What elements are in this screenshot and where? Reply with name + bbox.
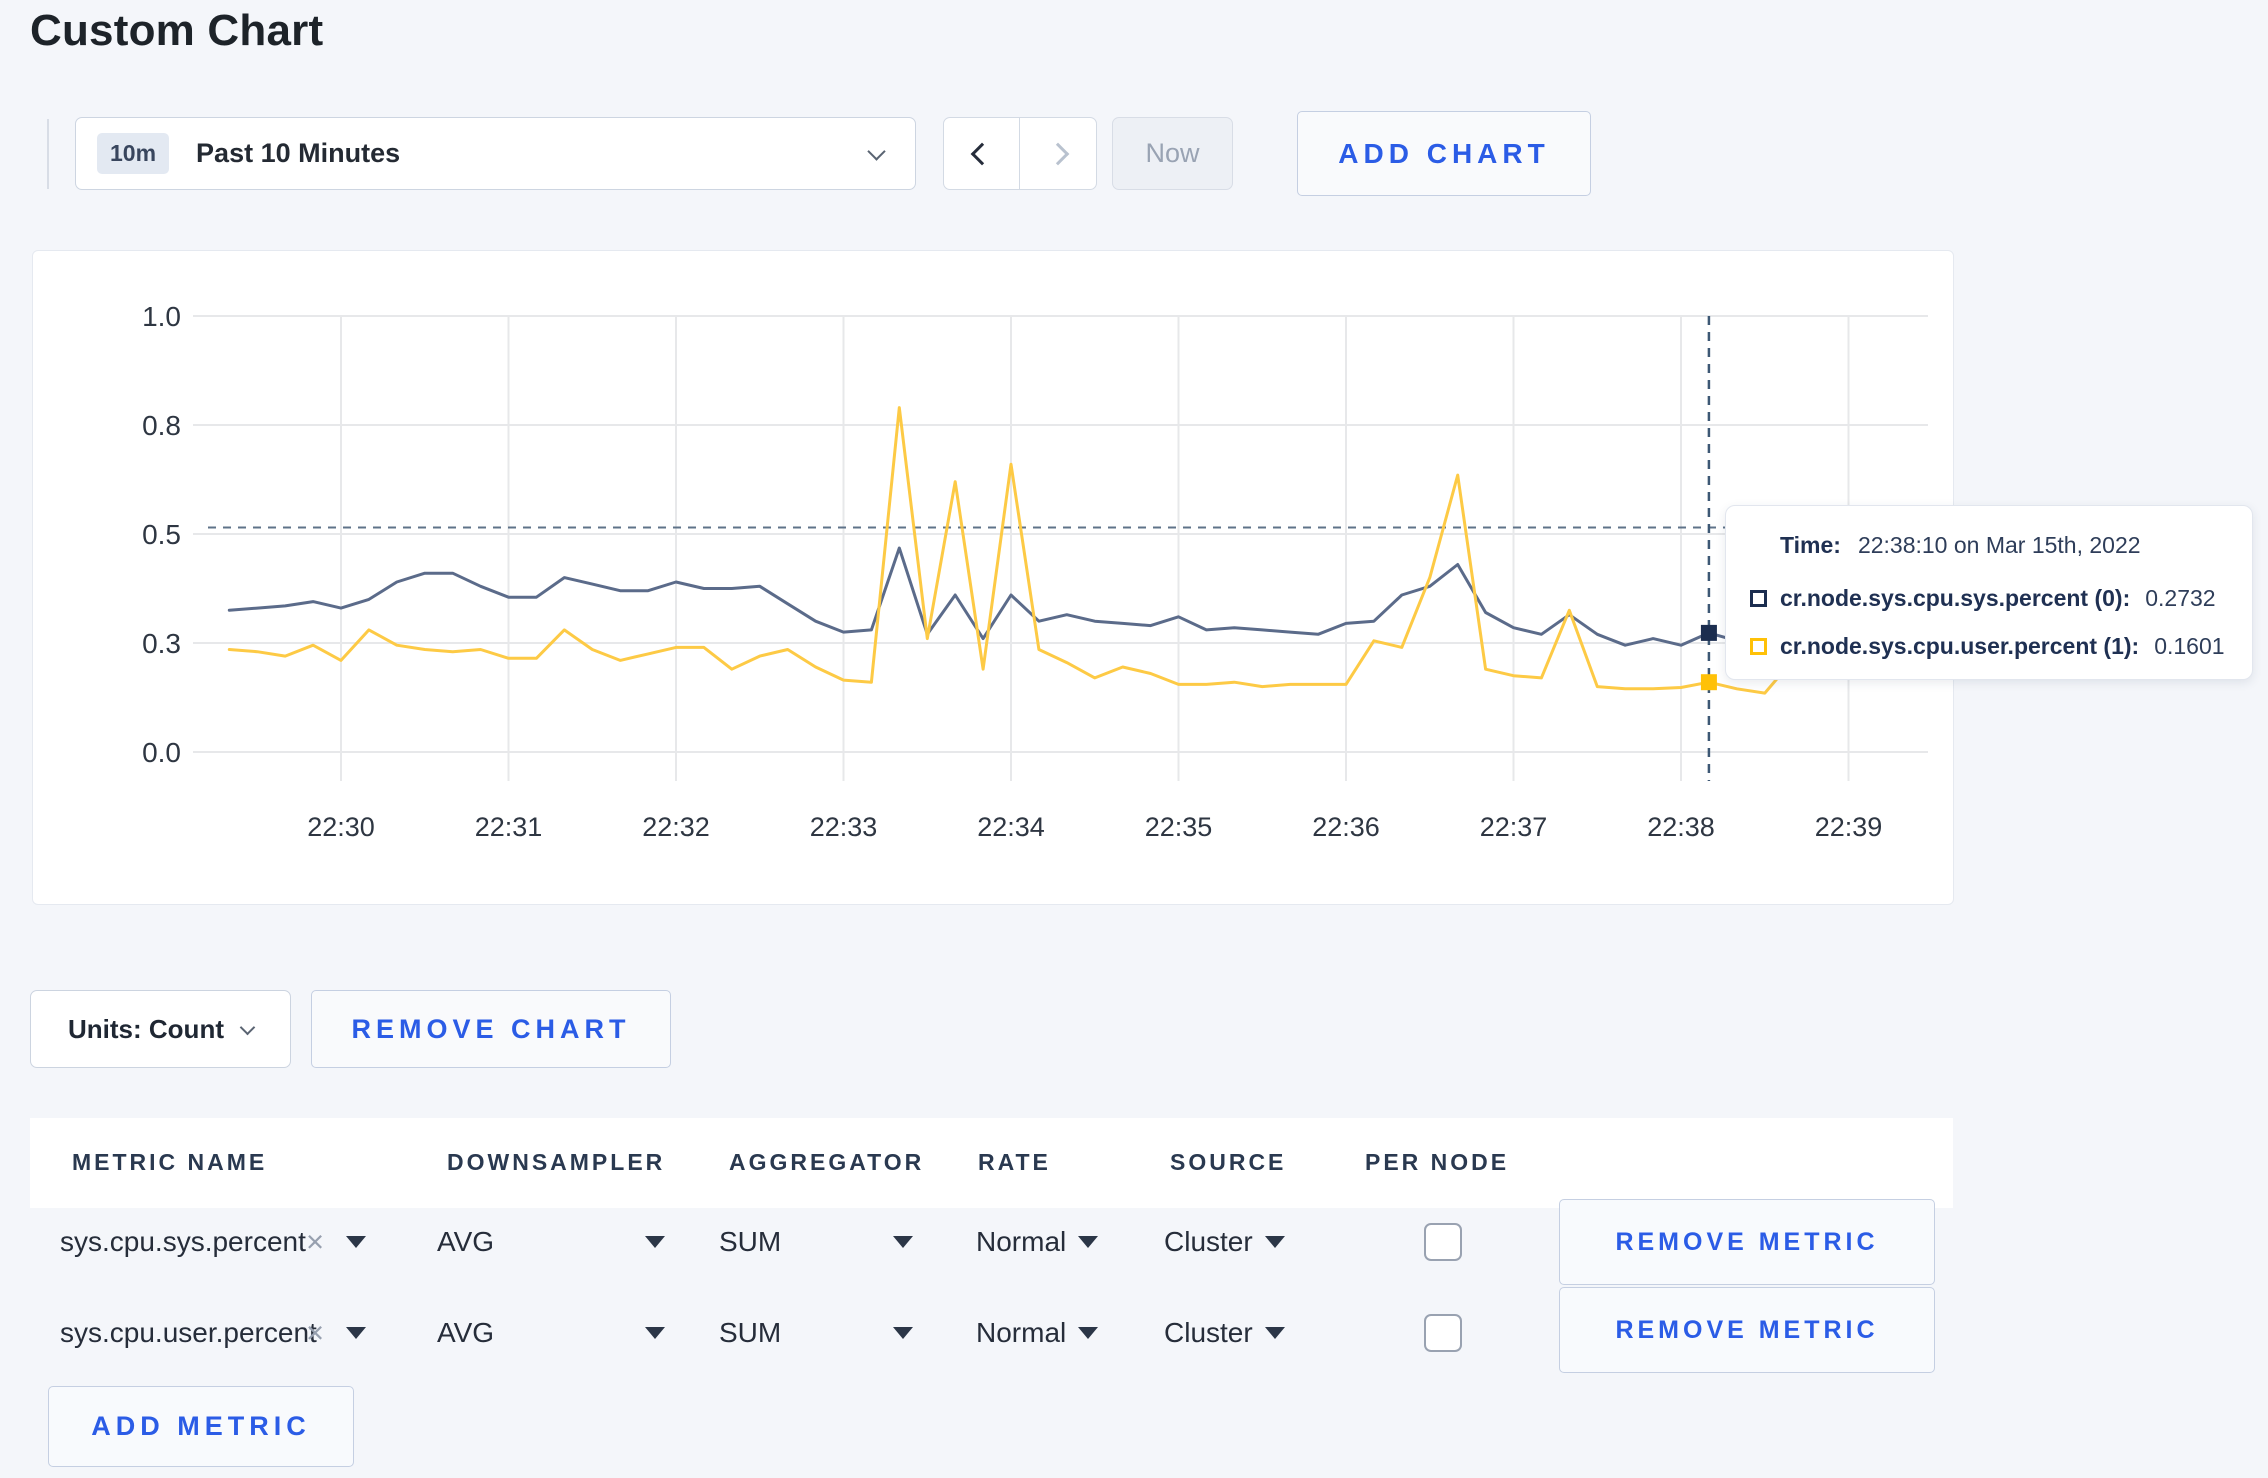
toolbar-divider [47, 119, 49, 189]
downsampler-caret-icon[interactable] [645, 1236, 665, 1248]
source-value: Cluster [1164, 1317, 1253, 1348]
time-range-badge: 10m [97, 133, 170, 174]
units-label: Units: Count [68, 1013, 224, 1044]
time-next-button[interactable] [1020, 118, 1096, 189]
time-prev-button[interactable] [944, 118, 1020, 189]
clear-metric-icon[interactable]: × [306, 1317, 324, 1348]
metric-caret-icon[interactable] [346, 1236, 366, 1248]
cpu-percent-line-chart[interactable]: 0.0 0.3 0.5 0.8 1.0 22:30 22:31 22:32 22:33 22:34… [33, 251, 1953, 904]
col-header-downsampler: DOWNSAMPLER [447, 1149, 666, 1175]
custom-chart-page: Custom Chart 10m Past 10 Minutes Now ADD… [0, 0, 2268, 1478]
time-range-dropdown[interactable]: 10m Past 10 Minutes [75, 117, 916, 190]
per-node-checkbox[interactable] [1424, 1223, 1462, 1261]
svg-text:0.0: 0.0 [142, 737, 181, 768]
aggregator-select[interactable]: SUM [719, 1226, 781, 1258]
metric-caret-icon[interactable] [346, 1327, 366, 1339]
page-title: Custom Chart [30, 6, 324, 55]
svg-text:22:36: 22:36 [1312, 812, 1380, 842]
col-header-metric-name: METRIC NAME [72, 1149, 268, 1175]
chevron-down-icon [239, 1019, 256, 1035]
rate-value: Normal [976, 1226, 1067, 1257]
chart-card[interactable]: 0.0 0.3 0.5 0.8 1.0 22:30 22:31 22:32 22:33 22:34… [32, 250, 1954, 905]
rate-caret-icon [1078, 1236, 1099, 1248]
aggregator-caret-icon[interactable] [893, 1327, 913, 1339]
now-button[interactable]: Now [1112, 117, 1233, 190]
chevron-left-icon [970, 142, 993, 165]
aggregator-select[interactable]: SUM [719, 1317, 781, 1349]
units-dropdown[interactable]: Units: Count [30, 990, 291, 1068]
time-nav-group [943, 117, 1097, 190]
rate-select[interactable]: Normal [976, 1317, 1099, 1349]
add-metric-button[interactable]: ADD METRIC [48, 1386, 354, 1467]
metrics-table-header: METRIC NAME DOWNSAMPLER AGGREGATOR RATE … [30, 1118, 1953, 1208]
downsampler-select[interactable]: AVG [437, 1317, 494, 1349]
svg-text:0.3: 0.3 [142, 628, 181, 659]
chevron-down-icon [867, 142, 886, 161]
series-sys-swatch-icon [1750, 590, 1767, 607]
tooltip-series-user-value: 0.1601 [2154, 633, 2225, 659]
rate-value: Normal [976, 1317, 1067, 1348]
svg-text:22:38: 22:38 [1647, 812, 1715, 842]
col-header-aggregator: AGGREGATOR [729, 1149, 925, 1175]
svg-text:22:34: 22:34 [977, 812, 1045, 842]
remove-metric-button[interactable]: REMOVE METRIC [1559, 1287, 1935, 1373]
svg-text:0.8: 0.8 [142, 410, 181, 441]
chart-hover-tooltip: Time: 22:38:10 on Mar 15th, 2022 cr.node… [1725, 505, 2253, 680]
tooltip-series-sys-label: cr.node.sys.cpu.sys.percent (0): [1780, 585, 2131, 611]
downsampler-select[interactable]: AVG [437, 1226, 494, 1258]
col-header-source: SOURCE [1170, 1149, 1287, 1175]
svg-text:22:32: 22:32 [642, 812, 710, 842]
source-value: Cluster [1164, 1226, 1253, 1257]
tooltip-time-label: Time: [1780, 532, 1841, 558]
col-header-rate: RATE [978, 1149, 1051, 1175]
metric-name-select[interactable]: sys.cpu.sys.percent [60, 1226, 306, 1258]
remove-metric-button[interactable]: REMOVE METRIC [1559, 1199, 1935, 1285]
svg-text:1.0: 1.0 [142, 301, 181, 332]
rate-select[interactable]: Normal [976, 1226, 1099, 1258]
time-range-label: Past 10 Minutes [196, 138, 401, 168]
series-user-swatch-icon [1750, 638, 1767, 655]
chevron-right-icon [1046, 142, 1070, 165]
per-node-checkbox[interactable] [1424, 1314, 1462, 1352]
downsampler-caret-icon[interactable] [645, 1327, 665, 1339]
source-caret-icon [1264, 1236, 1285, 1248]
source-caret-icon [1264, 1327, 1285, 1339]
svg-text:22:39: 22:39 [1815, 812, 1883, 842]
source-select[interactable]: Cluster [1164, 1317, 1285, 1349]
tooltip-time-value: 22:38:10 on Mar 15th, 2022 [1857, 532, 2141, 558]
metric-name-select[interactable]: sys.cpu.user.percent [60, 1317, 317, 1349]
remove-chart-button[interactable]: REMOVE CHART [311, 990, 671, 1068]
tooltip-series-user-label: cr.node.sys.cpu.user.percent (1): [1780, 633, 2140, 659]
svg-text:22:33: 22:33 [810, 812, 878, 842]
svg-text:22:30: 22:30 [307, 812, 375, 842]
clear-metric-icon[interactable]: × [306, 1226, 324, 1257]
tooltip-series-sys-value: 0.2732 [2145, 585, 2216, 611]
aggregator-caret-icon[interactable] [893, 1236, 913, 1248]
svg-text:22:37: 22:37 [1480, 812, 1548, 842]
svg-text:22:35: 22:35 [1145, 812, 1213, 842]
source-select[interactable]: Cluster [1164, 1226, 1285, 1258]
svg-text:22:31: 22:31 [475, 812, 543, 842]
rate-caret-icon [1078, 1327, 1099, 1339]
col-header-per-node: PER NODE [1365, 1149, 1510, 1175]
add-chart-button[interactable]: ADD CHART [1297, 111, 1591, 196]
svg-text:0.5: 0.5 [142, 519, 181, 550]
